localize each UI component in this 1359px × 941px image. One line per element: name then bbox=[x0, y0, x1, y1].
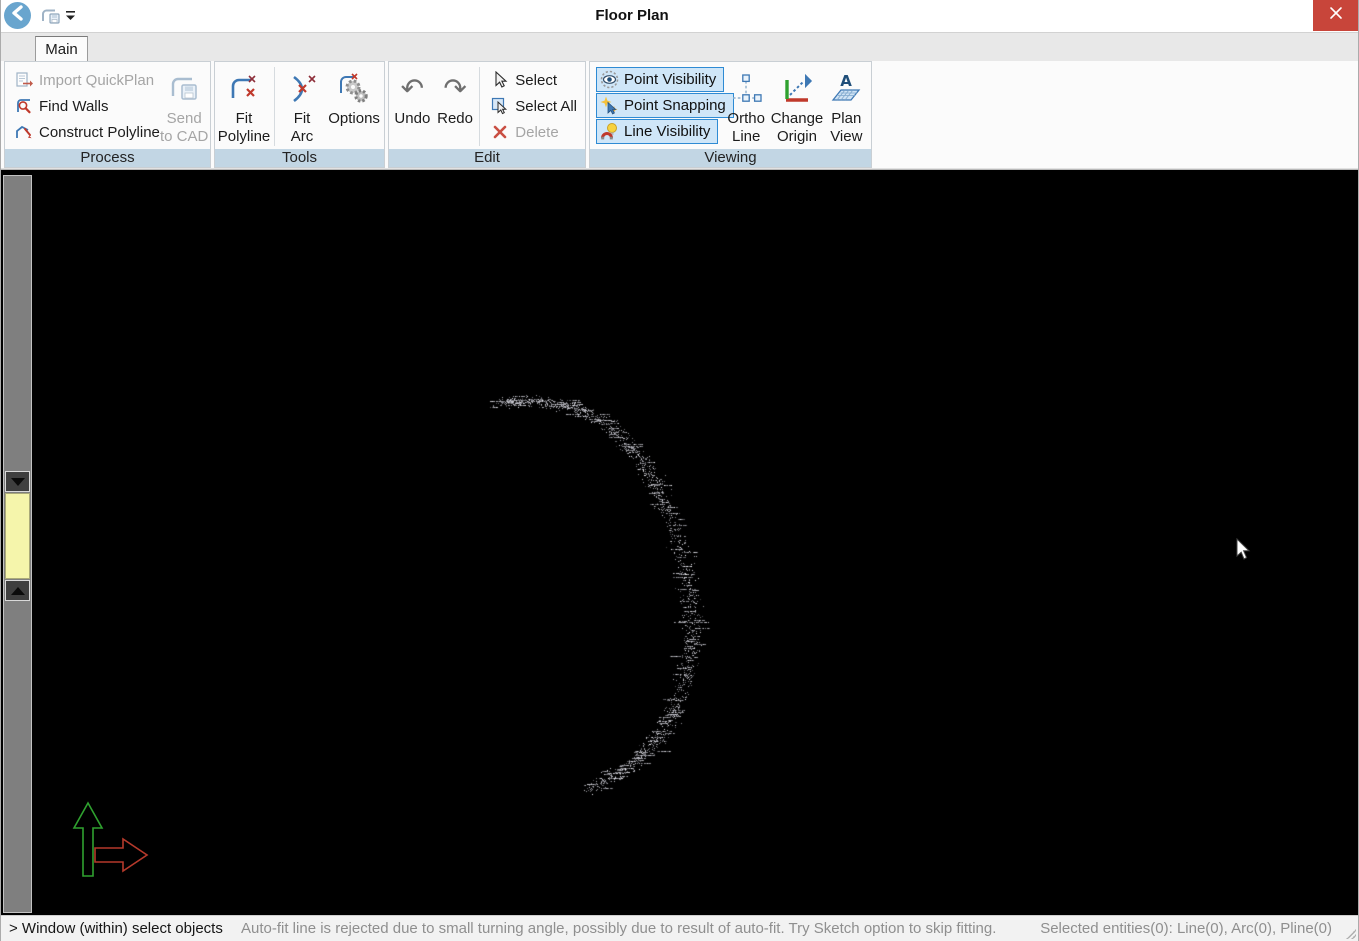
ribbon-group-tools: Fit Polyline Fit Arc bbox=[214, 61, 385, 168]
group-label-tools: Tools bbox=[215, 149, 384, 167]
line-visibility-toggle[interactable]: Line Visibility bbox=[596, 119, 718, 144]
send-to-cad-button[interactable]: Send to CAD bbox=[160, 64, 208, 149]
status-bar: > Window (within) select objects Auto-fi… bbox=[1, 915, 1358, 941]
plan-view-label-2: View bbox=[830, 128, 862, 146]
send-to-cad-label-2: to CAD bbox=[160, 128, 208, 146]
send-to-cad-label-1: Send bbox=[167, 110, 202, 128]
group-divider bbox=[274, 67, 275, 146]
fit-polyline-button[interactable]: Fit Polyline bbox=[217, 64, 271, 149]
line-visibility-label: Line Visibility bbox=[624, 123, 710, 140]
select-all-label: Select All bbox=[515, 98, 577, 115]
ribbon-tab-strip: Main bbox=[1, 32, 1358, 61]
plan-view-button[interactable]: A Plan View bbox=[824, 64, 869, 149]
selection-summary: Selected entities(0): Line(0), Arc(0), P… bbox=[1040, 920, 1332, 937]
status-message: Auto-fit line is rejected due to small t… bbox=[241, 920, 996, 937]
fit-arc-label-1: Fit bbox=[294, 110, 311, 128]
fit-arc-label-2: Arc bbox=[291, 128, 314, 146]
axis-triad-icon bbox=[71, 798, 153, 882]
back-button[interactable] bbox=[4, 2, 31, 29]
ribbon-group-edit: ↶ Undo ↷ Redo Select bbox=[388, 61, 586, 168]
title-bar: Floor Plan bbox=[1, 0, 1358, 32]
window-title: Floor Plan bbox=[595, 0, 668, 32]
redo-button[interactable]: ↷ Redo bbox=[434, 64, 477, 149]
select-all-button[interactable]: Select All bbox=[487, 93, 581, 119]
fit-arc-icon bbox=[284, 68, 320, 110]
slider-up-button[interactable] bbox=[5, 580, 30, 601]
triangle-down-icon bbox=[11, 478, 25, 486]
plan-view-label-1: Plan bbox=[831, 110, 861, 128]
viewport[interactable] bbox=[1, 170, 1358, 915]
svg-text:A: A bbox=[841, 72, 853, 90]
ribbon-group-process: Import QuickPlan Find Walls bbox=[4, 61, 211, 168]
change-origin-icon bbox=[779, 68, 815, 110]
mouse-cursor-icon bbox=[1236, 538, 1252, 562]
fit-polyline-label-2: Polyline bbox=[218, 128, 271, 146]
change-origin-label-2: Origin bbox=[777, 128, 817, 146]
options-button[interactable]: Options bbox=[326, 64, 382, 149]
slider-thumb[interactable] bbox=[5, 493, 30, 579]
fit-polyline-label-1: Fit bbox=[236, 110, 253, 128]
construct-polyline-button[interactable]: Construct Polyline bbox=[11, 119, 152, 145]
resize-grip[interactable] bbox=[1346, 929, 1356, 939]
delete-label: Delete bbox=[515, 124, 558, 141]
close-button[interactable] bbox=[1313, 0, 1358, 31]
triangle-up-icon bbox=[11, 587, 25, 595]
select-cursor-icon bbox=[491, 71, 509, 89]
construct-polyline-label: Construct Polyline bbox=[39, 124, 160, 141]
command-prompt-text: > Window (within) select objects bbox=[9, 920, 223, 937]
group-label-edit: Edit bbox=[389, 149, 585, 167]
redo-label: Redo bbox=[437, 110, 473, 128]
import-quickplan-button[interactable]: Import QuickPlan bbox=[11, 67, 152, 93]
find-walls-label: Find Walls bbox=[39, 98, 108, 115]
line-visibility-icon bbox=[600, 122, 619, 141]
elevation-slider bbox=[3, 175, 32, 913]
delete-button[interactable]: Delete bbox=[487, 119, 581, 145]
find-walls-button[interactable]: Find Walls bbox=[11, 93, 152, 119]
undo-icon: ↶ bbox=[401, 68, 424, 110]
back-chevron-icon bbox=[11, 5, 25, 26]
redo-icon: ↷ bbox=[443, 68, 466, 110]
customize-quick-access-icon[interactable] bbox=[65, 9, 77, 23]
import-quickplan-label: Import QuickPlan bbox=[39, 72, 154, 89]
delete-icon bbox=[491, 123, 509, 141]
point-snapping-label: Point Snapping bbox=[624, 97, 726, 114]
ortho-line-button[interactable]: Ortho Line bbox=[722, 64, 770, 149]
select-all-icon bbox=[491, 97, 509, 115]
send-to-cad-quick-icon[interactable] bbox=[39, 5, 61, 27]
point-snapping-icon bbox=[600, 96, 619, 115]
group-divider bbox=[479, 67, 480, 146]
construct-polyline-icon bbox=[15, 123, 33, 141]
ribbon: Import QuickPlan Find Walls bbox=[1, 61, 1358, 168]
find-walls-icon bbox=[15, 97, 33, 115]
fit-arc-button[interactable]: Fit Arc bbox=[278, 64, 326, 149]
change-origin-button[interactable]: Change Origin bbox=[770, 64, 823, 149]
send-to-cad-icon bbox=[167, 68, 201, 110]
group-label-process: Process bbox=[5, 149, 210, 167]
change-origin-label-1: Change bbox=[771, 110, 824, 128]
ribbon-group-viewing: Point Visibility Point Snapping bbox=[589, 61, 872, 168]
options-label: Options bbox=[328, 110, 380, 128]
ortho-line-icon bbox=[729, 68, 763, 110]
plan-view-icon: A bbox=[828, 68, 864, 110]
group-label-viewing: Viewing bbox=[590, 149, 871, 167]
ortho-line-label-1: Ortho bbox=[727, 110, 765, 128]
ortho-line-label-2: Line bbox=[732, 128, 760, 146]
undo-button[interactable]: ↶ Undo bbox=[391, 64, 434, 149]
import-quickplan-icon bbox=[15, 71, 33, 89]
point-visibility-toggle[interactable]: Point Visibility bbox=[596, 67, 724, 92]
point-cloud-canvas[interactable] bbox=[34, 170, 1359, 915]
select-button[interactable]: Select bbox=[487, 67, 581, 93]
slider-down-button[interactable] bbox=[5, 471, 30, 492]
point-visibility-icon bbox=[600, 70, 619, 89]
app-window: Floor Plan Main bbox=[0, 0, 1359, 941]
select-label: Select bbox=[515, 72, 557, 89]
tab-main[interactable]: Main bbox=[35, 36, 88, 62]
options-icon bbox=[336, 68, 372, 110]
undo-label: Undo bbox=[394, 110, 430, 128]
fit-polyline-icon bbox=[226, 68, 262, 110]
point-snapping-toggle[interactable]: Point Snapping bbox=[596, 93, 734, 118]
close-icon bbox=[1329, 6, 1343, 25]
point-visibility-label: Point Visibility bbox=[624, 71, 716, 88]
